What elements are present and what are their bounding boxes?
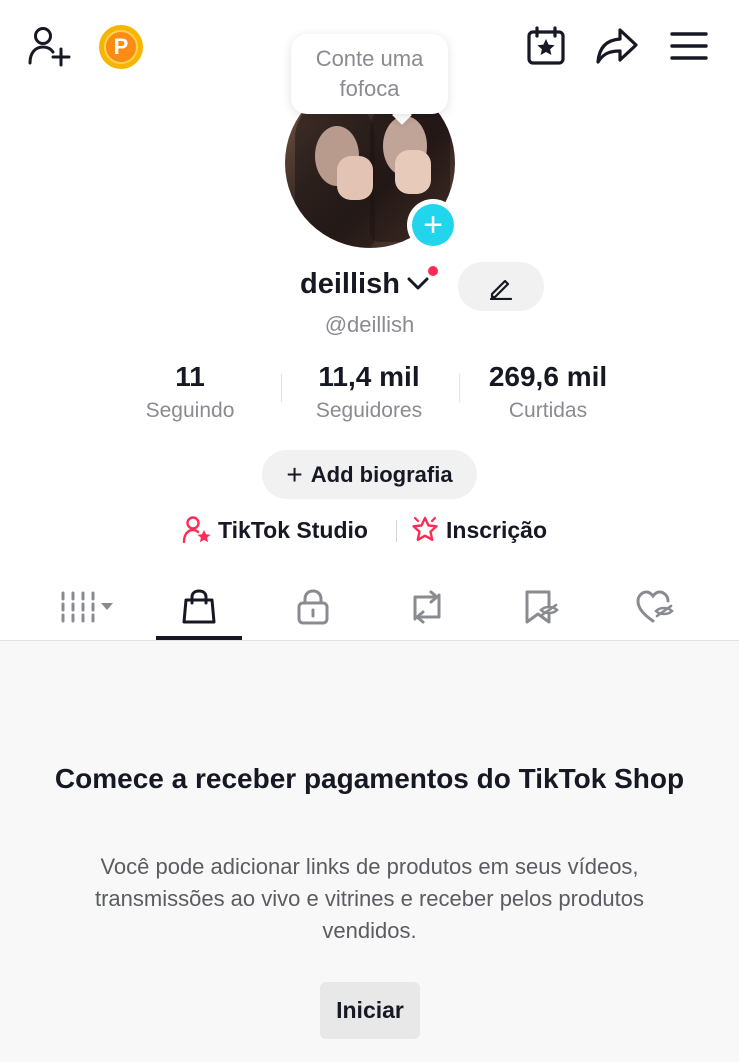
avatar-photo-part: [395, 150, 431, 194]
stat-label: Curtidas: [508, 399, 588, 422]
link-label: TikTok Studio: [218, 516, 368, 543]
lock-icon: [297, 589, 329, 625]
repost-icon: [413, 590, 441, 624]
tooltip-bubble[interactable]: Conte uma fofoca: [291, 34, 448, 114]
stat-label: Seguindo: [145, 399, 235, 422]
tab-private[interactable]: [270, 575, 356, 639]
tab-selected-indicator: [156, 636, 242, 640]
edit-profile-button[interactable]: [458, 262, 544, 311]
stat-value: 11,4 mil: [318, 361, 420, 392]
stat-likes[interactable]: 269,6 mil Curtidas: [458, 360, 638, 426]
promote-coin-icon: P: [104, 30, 138, 64]
plus-icon: +: [412, 204, 454, 246]
add-friend-button[interactable]: [26, 24, 74, 68]
avatar-photo-part: [337, 156, 373, 200]
person-star-icon: [182, 516, 211, 544]
tiktok-studio-link[interactable]: TikTok Studio: [182, 512, 368, 548]
plus-icon: +: [286, 458, 303, 490]
tab-shop[interactable]: [156, 575, 242, 639]
person-plus-icon: [28, 27, 71, 67]
calendar-star-icon: [527, 26, 565, 65]
profile-stats: 11 Seguindo 11,4 mil Seguidores 269,6 mi…: [100, 360, 640, 430]
coin-button[interactable]: P: [99, 25, 143, 69]
add-bio-label: Add biografia: [310, 461, 453, 487]
stat-value: 11: [175, 361, 205, 392]
username[interactable]: deillish: [300, 268, 400, 301]
stat-label: Seguidores: [315, 399, 423, 422]
tab-videos[interactable]: [44, 575, 130, 639]
shop-description: Você pode adicionar links de produtos em…: [94, 854, 645, 943]
subscription-link[interactable]: Inscrição: [410, 512, 547, 548]
profile-links: TikTok Studio Inscrição: [0, 512, 739, 552]
start-button[interactable]: Iniciar: [320, 982, 420, 1039]
heart-hidden-icon: [636, 590, 674, 623]
star-badge-icon: [412, 516, 438, 541]
user-handle: @deillish: [324, 312, 415, 337]
stat-following[interactable]: 11 Seguindo: [100, 360, 280, 426]
hamburger-menu-icon: [670, 32, 708, 60]
menu-button[interactable]: [666, 26, 712, 66]
shop-panel: Comece a receber pagamentos do TikTok Sh…: [0, 641, 739, 1062]
shopping-bag-icon: [182, 589, 216, 624]
shop-title: Comece a receber pagamentos do TikTok Sh…: [54, 763, 685, 794]
grid-icon: [61, 591, 113, 623]
notification-dot: [426, 264, 440, 278]
share-arrow-icon: [596, 28, 638, 64]
profile-tabs: [0, 575, 739, 641]
share-button[interactable]: [594, 24, 640, 68]
add-bio-button[interactable]: + Add biografia: [262, 450, 477, 499]
tab-liked[interactable]: [612, 575, 698, 639]
pencil-icon: [489, 279, 513, 300]
tab-reposts[interactable]: [384, 575, 470, 639]
chevron-down-icon[interactable]: [407, 276, 429, 292]
link-label: Inscrição: [446, 516, 547, 543]
bookmark-hidden-icon: [525, 590, 559, 624]
tooltip-text: Conte uma fofoca: [315, 46, 424, 101]
divider: [396, 520, 397, 542]
stat-followers[interactable]: 11,4 mil Seguidores: [280, 360, 458, 426]
tab-favorites[interactable]: [498, 575, 584, 639]
add-avatar-button[interactable]: +: [407, 199, 459, 251]
calendar-button[interactable]: [524, 24, 568, 68]
stat-value: 269,6 mil: [488, 361, 608, 392]
